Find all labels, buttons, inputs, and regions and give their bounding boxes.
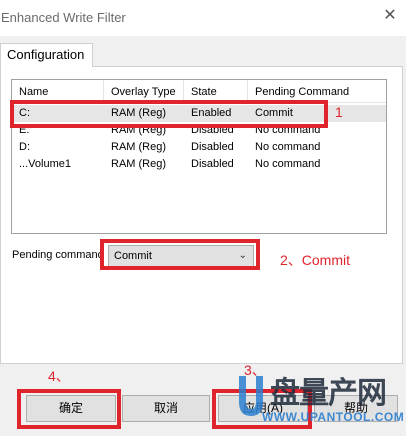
- title-bar: Enhanced Write Filter ✕: [0, 0, 406, 36]
- cell-pending: No command: [255, 158, 321, 170]
- cell-pending: No command: [255, 141, 321, 153]
- annotation-box-row: [10, 100, 328, 128]
- table-row[interactable]: ...Volume1 RAM (Reg) Disabled No command: [12, 156, 386, 173]
- cell-overlay: RAM (Reg): [111, 141, 167, 153]
- annotation-step4: 4、: [48, 368, 70, 384]
- cell-state: Disabled: [191, 141, 234, 153]
- column-pending-command[interactable]: Pending Command: [248, 80, 386, 102]
- column-overlay-type[interactable]: Overlay Type: [104, 80, 184, 102]
- window-title: Enhanced Write Filter: [1, 10, 126, 25]
- watermark-url: WWW.UPANTOOL.COM: [262, 410, 405, 424]
- cell-name: D:: [19, 141, 30, 153]
- cancel-button[interactable]: 取消: [122, 395, 210, 422]
- column-state[interactable]: State: [184, 80, 248, 102]
- cell-name: ...Volume1: [19, 158, 71, 170]
- annotation-step1: 1: [335, 104, 343, 120]
- column-name[interactable]: Name: [12, 80, 104, 102]
- annotation-step2: 2、Commit: [280, 252, 351, 268]
- watermark-brand: 盘量产网: [270, 377, 387, 410]
- table-row[interactable]: D: RAM (Reg) Disabled No command: [12, 139, 386, 156]
- cell-state: Disabled: [191, 158, 234, 170]
- tab-configuration[interactable]: Configuration: [0, 43, 93, 67]
- pending-command-label: Pending command: [12, 249, 104, 261]
- annotation-box-combo: [100, 239, 260, 270]
- annotation-box-ok: [17, 389, 121, 429]
- close-icon[interactable]: ✕: [380, 6, 400, 26]
- cell-overlay: RAM (Reg): [111, 158, 167, 170]
